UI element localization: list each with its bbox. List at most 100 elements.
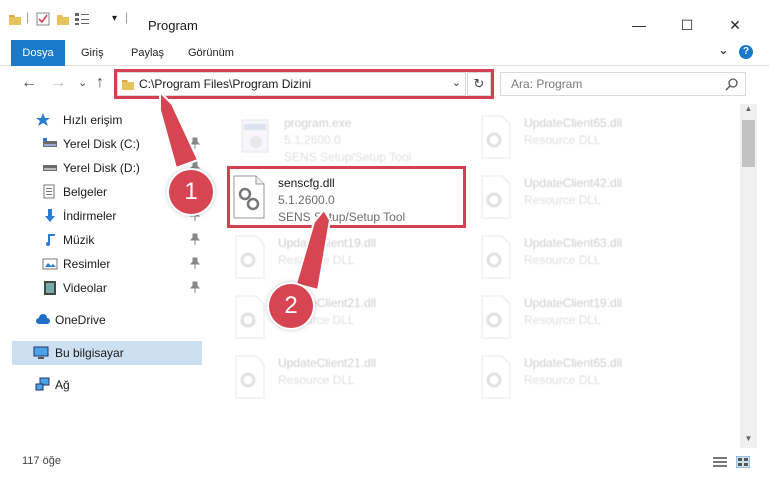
file-name: program.exe <box>284 116 352 130</box>
item-count: 117 öğe <box>22 455 61 467</box>
file-name: UpdateClient19.dll <box>524 296 623 310</box>
file-description: Resource DLL <box>524 133 601 147</box>
folder-icon[interactable] <box>8 12 22 26</box>
up-button[interactable]: ↑ <box>96 74 104 92</box>
help-icon[interactable]: ? <box>739 45 753 59</box>
vertical-scrollbar[interactable]: ▲ ▼ <box>740 104 757 448</box>
pin-icon[interactable] <box>190 233 200 245</box>
file-item[interactable]: UpdateClient63.dll Resource DLL <box>476 230 716 288</box>
file-item[interactable]: UpdateClient42.dll Resource DLL <box>476 170 716 228</box>
sidebar-item-network[interactable]: Ağ <box>0 373 205 397</box>
file-name: UpdateClient42.dll <box>524 176 623 190</box>
video-icon <box>44 281 56 295</box>
dll-file-icon <box>481 295 511 339</box>
drive-icon <box>43 138 57 147</box>
callout-1: 1 <box>169 170 213 214</box>
file-item[interactable]: UpdateClient65.dll Resource DLL <box>476 350 716 408</box>
computer-icon <box>33 346 49 359</box>
scroll-thumb[interactable] <box>742 120 755 167</box>
sidebar-item-videos[interactable]: Videolar <box>0 276 205 300</box>
recent-locations-button[interactable]: ⌄ <box>78 76 87 89</box>
separator: | <box>125 10 129 24</box>
exe-file-icon <box>241 119 269 153</box>
separator: | <box>26 10 30 24</box>
file-name: UpdateClient65.dll <box>524 356 623 370</box>
address-highlight-box <box>114 69 494 99</box>
cloud-icon <box>36 314 50 324</box>
file-description: Resource DLL <box>524 313 601 327</box>
dll-file-icon <box>481 175 511 219</box>
pin-icon[interactable] <box>190 257 200 269</box>
customize-qa-chevron-icon[interactable]: ▾ <box>112 13 117 24</box>
view-details-icon[interactable] <box>74 12 90 26</box>
file-item[interactable]: UpdateClient19.dll Resource DLL <box>476 290 716 348</box>
minimize-button[interactable]: — <box>616 10 662 40</box>
file-item[interactable]: UpdateClient21.dll Resource DLL <box>230 350 470 408</box>
file-item[interactable]: program.exe 5.1.2600.0 SENS Setup/Setup … <box>236 110 476 168</box>
pin-icon[interactable] <box>190 281 200 293</box>
sidebar-item-label: Hızlı erişim <box>63 113 123 127</box>
sidebar-item-label: Ağ <box>55 378 70 392</box>
sidebar-item-label: OneDrive <box>55 313 106 327</box>
navigation-pane: Hızlı erişim Yerel Disk (C:) Yerel Disk … <box>0 104 205 448</box>
tab-dosya[interactable]: Dosya <box>11 40 65 66</box>
properties-icon[interactable] <box>36 12 50 26</box>
file-list: program.exe 5.1.2600.0 SENS Setup/Setup … <box>206 104 740 448</box>
sidebar-item-pictures[interactable]: Resimler <box>0 252 205 276</box>
callout-2: 2 <box>269 284 313 328</box>
dll-file-icon <box>481 235 511 279</box>
dll-file-icon <box>235 235 265 279</box>
file-item[interactable]: UpdateClient21.dll Resource DLL <box>230 290 470 348</box>
sidebar-item-label: Yerel Disk (D:) <box>63 161 140 175</box>
tab-giris[interactable]: Giriş <box>79 40 106 66</box>
scroll-down-icon[interactable]: ▼ <box>740 434 757 448</box>
status-bar: 117 öğe <box>0 450 769 485</box>
dll-file-icon <box>235 355 265 399</box>
sidebar-item-quick-access[interactable]: Hızlı erişim <box>0 108 205 132</box>
sidebar-item-label: Bu bilgisayar <box>55 346 124 360</box>
sidebar-item-music[interactable]: Müzik <box>0 228 205 252</box>
file-item[interactable]: UpdateClient65.dll Resource DLL <box>476 110 716 168</box>
window-title: Program <box>148 18 198 33</box>
file-description: Resource DLL <box>278 253 355 267</box>
sidebar-item-label: Videolar <box>63 281 107 295</box>
pin-icon[interactable] <box>190 137 200 149</box>
scroll-up-icon[interactable]: ▲ <box>740 104 757 118</box>
ribbon-tabs: Dosya Giriş Paylaş Görünüm ⌄ ? <box>0 40 769 66</box>
sidebar-item-onedrive[interactable]: OneDrive <box>0 308 205 332</box>
file-description: Resource DLL <box>524 253 601 267</box>
file-description: Resource DLL <box>278 373 355 387</box>
file-version: 5.1.2600.0 <box>284 133 341 147</box>
documents-icon <box>43 184 55 199</box>
sidebar-item-local-disk-c[interactable]: Yerel Disk (C:) <box>0 132 205 156</box>
search-input[interactable]: Ara: Program <box>511 77 582 91</box>
file-description: SENS Setup/Setup Tool <box>284 150 412 164</box>
sidebar-item-downloads[interactable]: İndirmeler <box>0 204 205 228</box>
dll-file-icon <box>235 295 265 339</box>
back-button[interactable]: ← <box>21 74 37 92</box>
file-description: Resource DLL <box>524 373 601 387</box>
expand-ribbon-icon[interactable]: ⌄ <box>716 37 731 63</box>
tab-paylas[interactable]: Paylaş <box>129 40 166 66</box>
file-name: UpdateClient65.dll <box>524 116 623 130</box>
search-box[interactable]: Ara: Program <box>500 72 746 96</box>
music-icon <box>46 234 55 246</box>
tab-gorunum[interactable]: Görünüm <box>186 40 236 66</box>
forward-button[interactable]: → <box>50 74 66 92</box>
network-icon <box>35 377 50 391</box>
file-name: UpdateClient63.dll <box>524 236 623 250</box>
new-folder-icon[interactable] <box>56 12 70 26</box>
title-bar: | ▾ | Program — ☐ ✕ <box>0 0 769 40</box>
sidebar-item-this-pc[interactable]: Bu bilgisayar <box>12 341 202 365</box>
maximize-button[interactable]: ☐ <box>664 10 710 40</box>
large-icons-view-icon[interactable] <box>736 456 750 468</box>
details-view-icon[interactable] <box>713 456 727 468</box>
file-description: Resource DLL <box>524 193 601 207</box>
sidebar-item-label: Belgeler <box>63 185 108 199</box>
file-name: UpdateClient21.dll <box>278 356 377 370</box>
file-item[interactable]: UpdateClient19.dll Resource DLL <box>230 230 470 288</box>
dll-file-icon <box>481 355 511 399</box>
search-icon[interactable] <box>725 77 739 91</box>
sidebar-item-label: İndirmeler <box>63 209 117 223</box>
close-button[interactable]: ✕ <box>712 10 758 40</box>
